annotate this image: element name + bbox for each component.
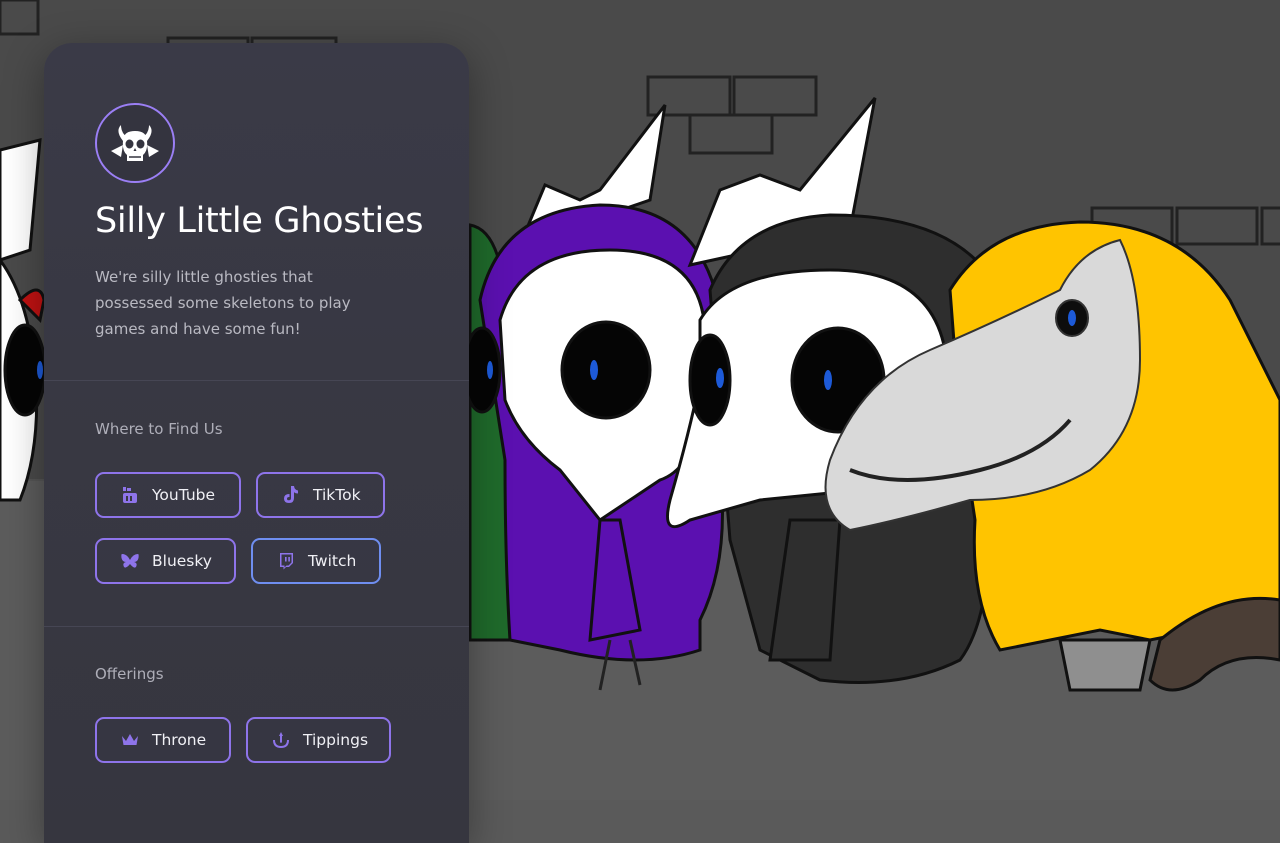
tiktok-label: TikTok <box>313 486 361 504</box>
profile-description: We're silly little ghosties that possess… <box>95 268 351 338</box>
tippings-label: Tippings <box>303 731 369 749</box>
twitch-label: Twitch <box>308 552 357 570</box>
throne-link-button[interactable]: Throne <box>95 717 231 763</box>
tiktok-icon <box>282 486 300 504</box>
twitch-link-button[interactable]: Twitch <box>251 538 381 584</box>
tiktok-link-button[interactable]: TikTok <box>256 472 385 518</box>
tip-jar-icon <box>272 731 290 749</box>
profile-card: Silly Little Ghosties We're silly little… <box>44 43 469 843</box>
youtube-icon <box>121 486 139 504</box>
avatar <box>95 103 175 183</box>
throne-label: Throne <box>152 731 207 749</box>
bluesky-icon <box>121 552 139 570</box>
page-title: Silly Little Ghosties <box>95 201 424 241</box>
youtube-link-button[interactable]: YouTube <box>95 472 241 518</box>
twitch-icon <box>277 552 295 570</box>
bluesky-label: Bluesky <box>152 552 212 570</box>
crown-icon <box>121 731 139 749</box>
section-divider <box>44 626 469 627</box>
offerings-heading: Offerings <box>95 665 164 683</box>
bluesky-link-button[interactable]: Bluesky <box>95 538 236 584</box>
find-us-heading: Where to Find Us <box>95 420 223 438</box>
skull-logo-icon <box>111 125 159 161</box>
tippings-link-button[interactable]: Tippings <box>246 717 391 763</box>
youtube-label: YouTube <box>152 486 216 504</box>
section-divider <box>44 380 469 381</box>
